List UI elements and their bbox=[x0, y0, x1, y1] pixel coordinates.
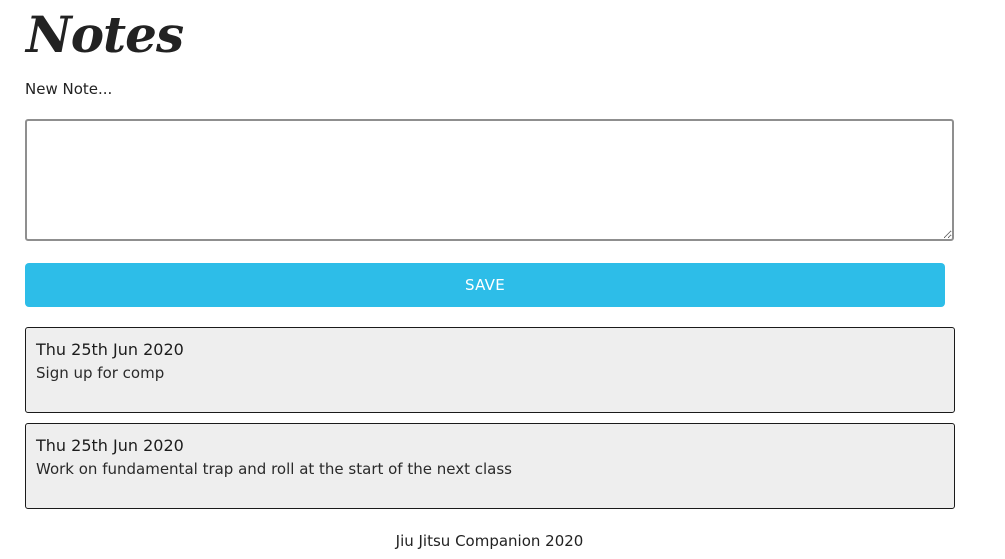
note-date: Thu 25th Jun 2020 bbox=[36, 436, 184, 455]
note-date: Thu 25th Jun 2020 bbox=[36, 340, 184, 359]
note-card: Thu 25th Jun 2020 Work on fundamental tr… bbox=[25, 423, 955, 509]
new-note-textarea[interactable] bbox=[25, 119, 954, 241]
save-button[interactable]: SAVE bbox=[25, 263, 945, 307]
new-note-label: New Note... bbox=[25, 80, 113, 98]
note-text: Sign up for comp bbox=[36, 364, 165, 382]
footer-text: Jiu Jitsu Companion 2020 bbox=[395, 532, 584, 550]
note-card: Thu 25th Jun 2020 Sign up for comp bbox=[25, 327, 955, 413]
page-title: Notes bbox=[26, 5, 184, 64]
note-text: Work on fundamental trap and roll at the… bbox=[36, 460, 512, 478]
